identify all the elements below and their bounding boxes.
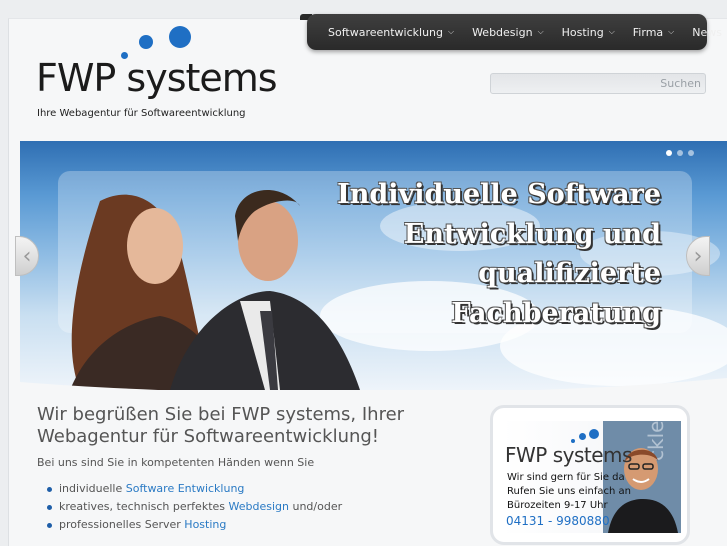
link-hosting[interactable]: Hosting	[184, 518, 226, 531]
nav-item-hosting[interactable]: Hosting ⌵	[553, 26, 624, 39]
nav-item-label: Hosting	[561, 25, 604, 39]
link-software-entwicklung[interactable]: Software Entwicklung	[126, 482, 245, 495]
chevron-left-icon: ‹	[22, 243, 32, 269]
list-item-text: kreatives, technisch perfektes	[59, 500, 229, 513]
slide-headline: Individuelle Software Entwicklung und qu…	[337, 175, 661, 333]
logo-dot-large	[169, 26, 191, 48]
site-logo[interactable]: FWP systems Ihre Webagentur für Software…	[36, 26, 278, 122]
bullet-icon	[47, 486, 52, 492]
chevron-down-icon: ⌵	[608, 27, 615, 36]
headline-line: Entwicklung und	[403, 218, 661, 250]
chevron-right-icon: ›	[693, 243, 703, 269]
nav-item-label: Firma	[632, 25, 664, 39]
list-item: kreatives, technisch perfektes Webdesign…	[47, 498, 342, 516]
card-line: Bürozeiten 9-17 Uhr	[507, 500, 608, 511]
card-logo-dot	[589, 429, 599, 439]
card-line: Wir sind gern für Sie da	[507, 472, 625, 483]
slide-pagination	[666, 150, 694, 156]
list-item: individuelle Software Entwicklung	[47, 480, 342, 498]
logo-dot-medium	[139, 35, 153, 49]
slider-wave-divider	[20, 378, 727, 396]
list-item-text: und/oder	[288, 500, 343, 513]
welcome-heading: Wir begrüßen Sie bei FWP systems, Ihrer …	[37, 404, 405, 447]
intro-text: Bei uns sind Sie in kompetenten Händen w…	[37, 456, 315, 469]
list-item: professionelles Server Hosting	[47, 516, 342, 534]
slide-dot[interactable]	[666, 150, 672, 156]
nav-item-label: Softwareentwicklung	[328, 25, 443, 39]
nav-item-webdesign[interactable]: Webdesign ⌵	[463, 26, 553, 39]
nav-item-label: Webdesign	[472, 25, 533, 39]
headline-line: qualifizierte	[478, 258, 661, 289]
nav-item-softwareentwicklung[interactable]: Softwareentwicklung ⌵	[307, 26, 463, 39]
card-brand: FWP systems	[505, 443, 632, 467]
service-list: individuelle Software Entwicklung kreati…	[47, 480, 342, 534]
headline-line: Individuelle Software	[337, 179, 661, 210]
chevron-down-icon: ⌵	[668, 27, 675, 36]
slide-dot[interactable]	[677, 150, 683, 156]
nav-item-news[interactable]: News	[683, 26, 727, 39]
chevron-down-icon: ⌵	[537, 27, 544, 36]
slide-dot[interactable]	[688, 150, 694, 156]
main-nav: Softwareentwicklung ⌵ Webdesign ⌵ Hosting ⌵…	[307, 14, 722, 50]
logo-wordmark: FWP systems	[36, 56, 278, 100]
card-logo-dot	[579, 433, 586, 440]
bullet-icon	[47, 522, 52, 528]
search-input[interactable]: Suchen	[490, 73, 706, 94]
bullet-icon	[47, 504, 52, 510]
link-webdesign[interactable]: Webdesign	[229, 500, 289, 513]
nav-item-label: News	[692, 25, 722, 39]
chevron-down-icon: ⌵	[448, 27, 455, 36]
logo-tagline: Ihre Webagentur für Softwareentwicklung	[37, 108, 246, 119]
nav-item-firma[interactable]: Firma ⌵	[624, 26, 683, 39]
card-line: Rufen Sie uns einfach an	[507, 486, 631, 497]
list-item-text: professionelles Server	[59, 518, 185, 531]
card-phone: 04131 - 9980880	[506, 514, 610, 528]
list-item-text: individuelle	[59, 482, 126, 495]
contact-card-banner: ckler FWP systems Wir sind gern für Sie …	[503, 421, 681, 533]
headline-line: Fachberatung	[451, 297, 661, 329]
contact-card[interactable]: ckler FWP systems Wir sind gern für Sie …	[490, 405, 690, 545]
hero-slider: Individuelle Software Entwicklung und qu…	[20, 141, 727, 390]
